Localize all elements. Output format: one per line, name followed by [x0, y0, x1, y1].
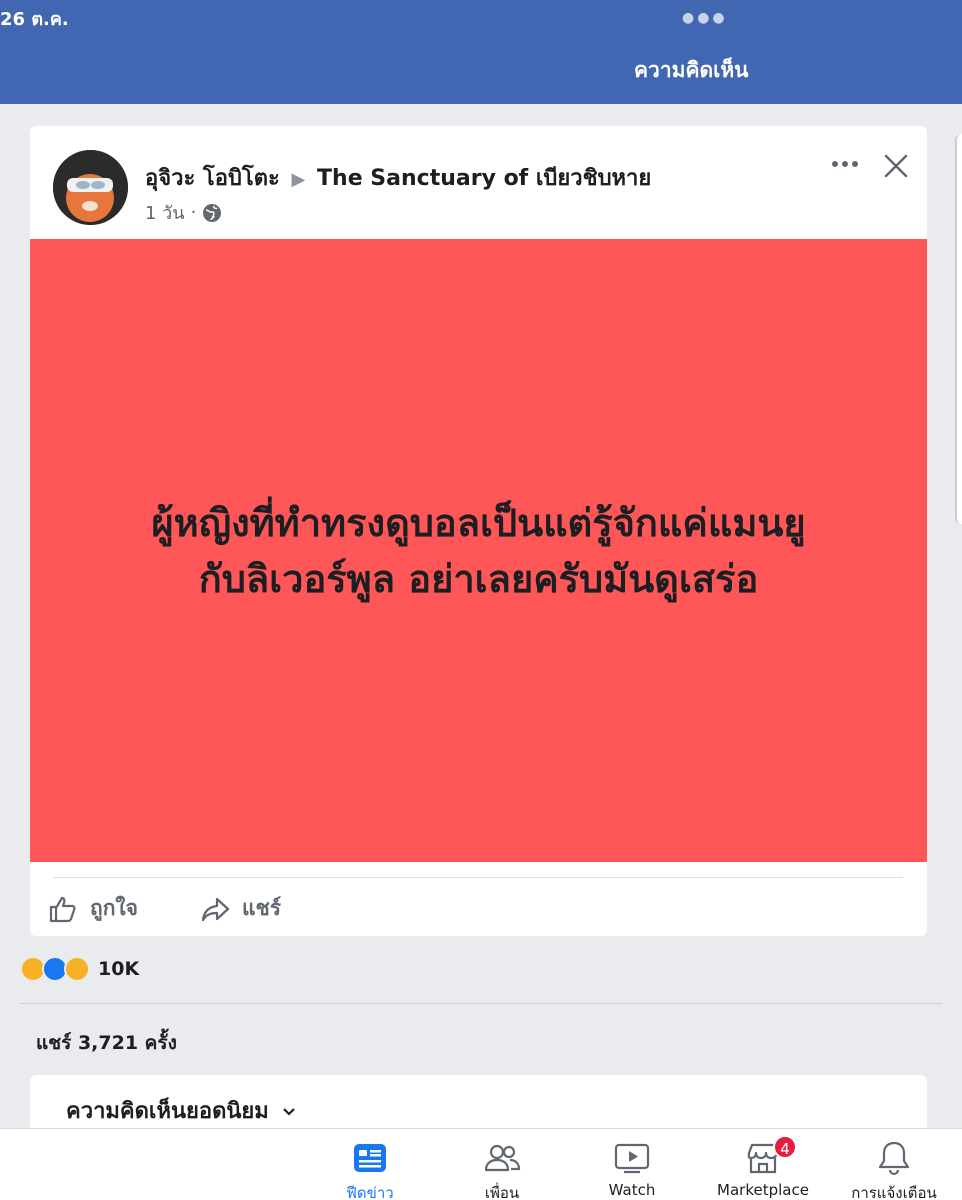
status-time: 26 ต.ค.	[0, 9, 69, 30]
watch-icon	[614, 1143, 650, 1174]
reactions-summary[interactable]: 10K	[20, 956, 139, 982]
author-name[interactable]: อุจิวะ โอบิโตะ	[145, 166, 280, 191]
share-button[interactable]: แชร์	[200, 892, 281, 925]
bottom-tab-bar: ฟีดข่าว เพื่อน Watch 4 Marketplace การแจ…	[0, 1128, 962, 1200]
post-text-line: กับลิเวอร์พูล อย่าเลยครับมันดูเสร่อ	[198, 556, 759, 601]
multitasking-dots-icon[interactable]: ●●●	[682, 10, 728, 26]
tab-label: Marketplace	[717, 1181, 809, 1199]
more-options-icon[interactable]	[830, 154, 860, 174]
post-text: ผู้หญิงที่ทำทรงดูบอลเป็นแต่รู้จักแค่แมนย…	[79, 495, 879, 607]
share-label: แชร์	[242, 896, 282, 920]
post-meta: 1 วัน ·	[145, 198, 222, 227]
comment-sort-dropdown[interactable]: ความคิดเห็นยอดนิยม	[66, 1093, 297, 1128]
arrow-right-icon: ▶	[291, 169, 306, 190]
tab-watch[interactable]: Watch	[572, 1139, 692, 1199]
tab-label: ฟีดข่าว	[346, 1184, 394, 1200]
tab-label: Watch	[608, 1181, 656, 1199]
tab-friends[interactable]: เพื่อน	[442, 1139, 562, 1200]
tab-notifications[interactable]: การแจ้งเตือน	[834, 1139, 954, 1200]
chevron-down-icon	[283, 1107, 295, 1116]
comments-panel: ความคิดเห็นยอดนิยม	[30, 1075, 927, 1135]
post-header-line: อุจิวะ โอบิโตะ ▶ The Sanctuary of เบียวช…	[145, 160, 651, 195]
notification-badge: 4	[773, 1135, 797, 1159]
meta-separator: ·	[190, 202, 197, 223]
share-arrow-icon	[201, 897, 230, 921]
next-post-card-edge	[955, 134, 962, 524]
page-title: ความคิดเห็น	[634, 58, 749, 82]
like-label: ถูกใจ	[90, 896, 138, 920]
bell-icon	[878, 1141, 910, 1176]
post-background: ผู้หญิงที่ทำทรงดูบอลเป็นแต่รู้จักแค่แมนย…	[30, 239, 927, 862]
divider	[20, 1003, 942, 1004]
post-text-line: ผู้หญิงที่ทำทรงดูบอลเป็นแต่รู้จักแค่แมนย…	[151, 500, 806, 545]
friends-icon	[484, 1144, 521, 1172]
share-count[interactable]: แชร์ 3,721 ครั้ง	[36, 1028, 177, 1058]
close-icon[interactable]	[882, 152, 910, 180]
top-header: 26 ต.ค. ●●● ความคิดเห็น	[0, 0, 962, 104]
like-button[interactable]: ถูกใจ	[48, 892, 138, 925]
avatar[interactable]	[53, 150, 128, 225]
group-name[interactable]: The Sanctuary of เบียวชิบหาย	[317, 166, 651, 191]
tab-news-feed[interactable]: ฟีดข่าว	[310, 1139, 430, 1200]
comment-sort-label: ความคิดเห็นยอดนิยม	[66, 1099, 269, 1124]
tab-marketplace[interactable]: 4 Marketplace	[703, 1135, 823, 1199]
post-card: อุจิวะ โอบิโตะ ▶ The Sanctuary of เบียวช…	[30, 126, 927, 936]
post-time[interactable]: 1 วัน	[145, 198, 185, 227]
reaction-count: 10K	[98, 958, 140, 980]
globe-icon	[202, 203, 222, 223]
sad-icon	[64, 956, 90, 982]
tab-label: การแจ้งเตือน	[851, 1184, 937, 1200]
news-feed-icon	[354, 1144, 386, 1172]
tab-label: เพื่อน	[484, 1184, 520, 1200]
divider	[53, 877, 903, 878]
thumbs-up-icon	[49, 896, 76, 922]
